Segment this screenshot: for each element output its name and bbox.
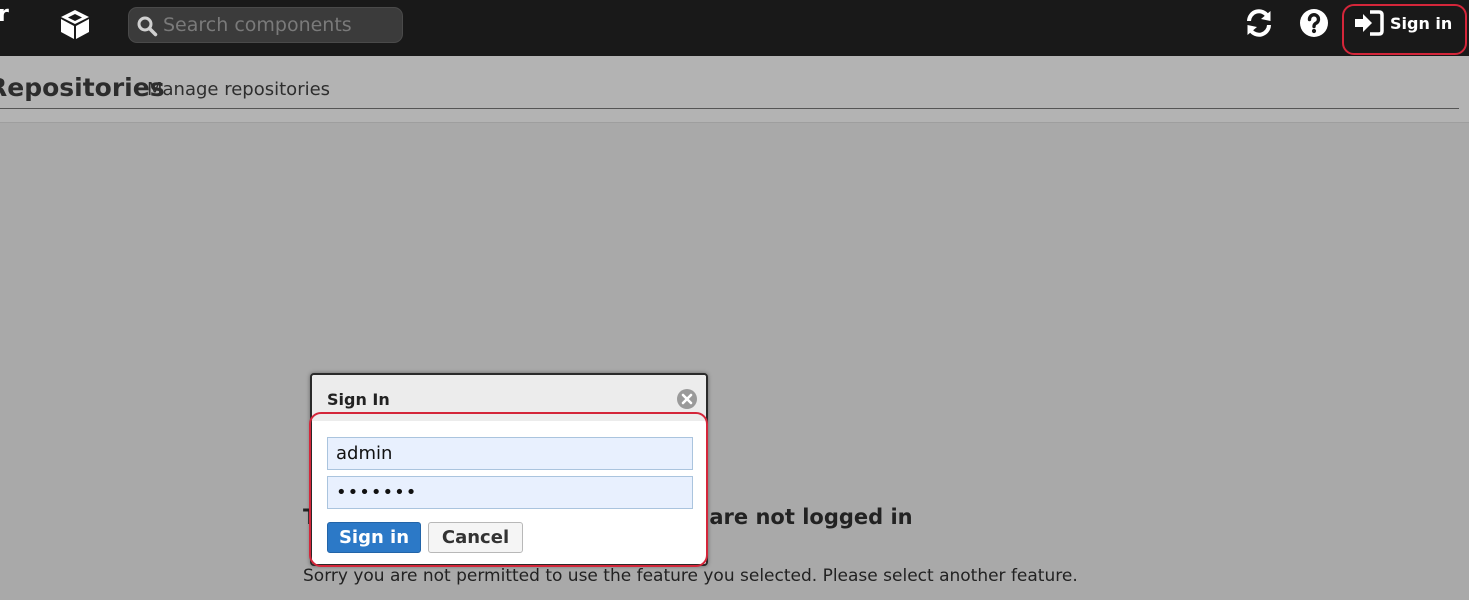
not-permitted-message: Sorry you are not permitted to use the f… — [303, 566, 1078, 586]
dialog-title: Sign In — [327, 390, 390, 409]
cube-icon[interactable] — [58, 7, 92, 41]
close-icon[interactable] — [676, 388, 698, 410]
page-header: Repositories Manage repositories — [0, 56, 1469, 123]
sign-in-button[interactable]: Sign in — [327, 522, 421, 553]
top-bar: r Sign in — [0, 0, 1469, 56]
search-icon — [137, 16, 158, 37]
page-title: Repositories — [0, 73, 165, 102]
sign-in-dialog: Sign In Sign in Cancel — [310, 373, 708, 566]
cancel-button[interactable]: Cancel — [428, 522, 523, 553]
search-box[interactable] — [128, 7, 403, 43]
header-divider — [0, 108, 1459, 109]
page-subtitle: Manage repositories — [147, 79, 331, 100]
header-signin-button[interactable]: Sign in — [1354, 8, 1452, 38]
dialog-titlebar: Sign In — [312, 375, 706, 421]
refresh-icon[interactable] — [1243, 7, 1275, 39]
help-icon[interactable] — [1298, 7, 1330, 39]
app-logo-text: r — [0, 2, 9, 27]
password-input[interactable] — [327, 476, 693, 509]
username-input[interactable] — [327, 437, 693, 470]
header-signin-label: Sign in — [1390, 13, 1453, 33]
search-input[interactable] — [163, 11, 397, 39]
sign-in-icon — [1355, 10, 1384, 36]
